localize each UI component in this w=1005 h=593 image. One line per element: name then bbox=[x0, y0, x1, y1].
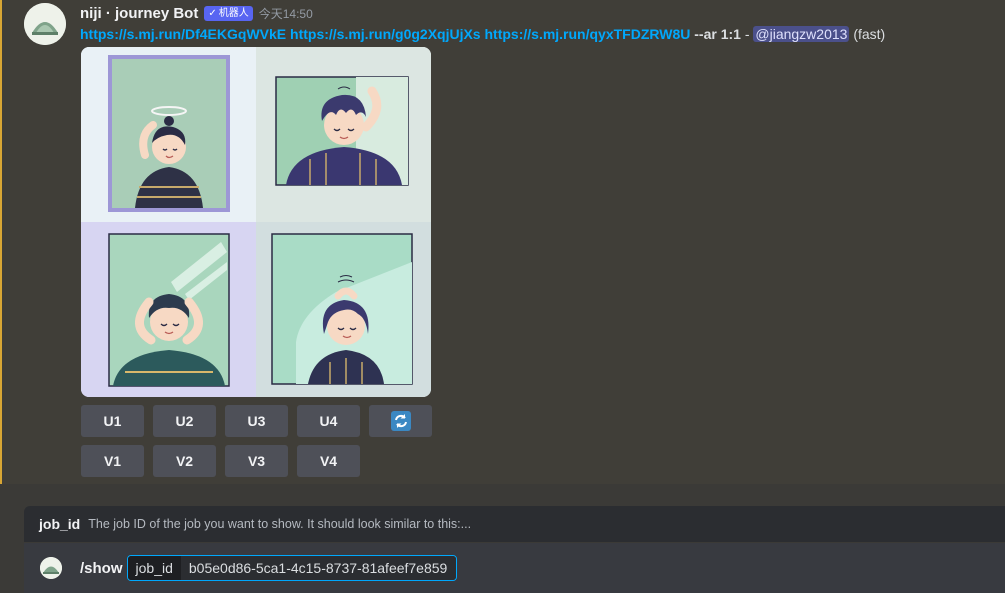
upscale-button-3[interactable]: U3 bbox=[225, 405, 288, 437]
speed-label: (fast) bbox=[853, 26, 886, 42]
image-quadrant-1 bbox=[81, 47, 256, 222]
bot-badge: ✓ 机器人 bbox=[204, 5, 253, 21]
refresh-icon bbox=[390, 411, 411, 431]
option-name-chip: job_id bbox=[127, 556, 181, 580]
message-content: https://s.mj.run/Df4EKGqWVkE https://s.m… bbox=[80, 25, 885, 43]
prompt-params: --ar 1:1 bbox=[694, 26, 741, 42]
bot-avatar[interactable] bbox=[24, 3, 66, 45]
upscale-button-2[interactable]: U2 bbox=[153, 405, 216, 437]
user-mention[interactable]: @jiangzw2013 bbox=[753, 26, 850, 42]
variation-button-3[interactable]: V3 bbox=[225, 445, 288, 477]
command-option-hint[interactable]: job_id The job ID of the job you want to… bbox=[24, 506, 1005, 542]
option-value-input[interactable]: b05e0d86-5ca1-4c15-8737-81afeef7e859 bbox=[180, 556, 457, 580]
bot-message: niji · journey Bot ✓ 机器人 今天14:50 https:/… bbox=[0, 0, 1005, 484]
command-option-field[interactable]: job_id b05e0d86-5ca1-4c15-8737-81afeef7e… bbox=[126, 555, 458, 581]
separator-dash: - bbox=[744, 26, 750, 42]
image-quadrant-4 bbox=[256, 222, 431, 397]
image-quadrant-2 bbox=[256, 47, 431, 222]
slash-command: /show bbox=[80, 559, 123, 577]
upscale-row: U1 U2 U3 U4 bbox=[81, 405, 432, 437]
variation-row: V1 V2 V3 V4 bbox=[81, 445, 360, 477]
message-timestamp: 今天14:50 bbox=[258, 6, 313, 21]
variation-button-2[interactable]: V2 bbox=[153, 445, 216, 477]
prompt-link-3[interactable]: https://s.mj.run/qyxTFDZRW8U bbox=[485, 26, 691, 42]
bot-badge-label: 机器人 bbox=[218, 7, 249, 19]
upscale-button-4[interactable]: U4 bbox=[297, 405, 360, 437]
check-icon: ✓ bbox=[208, 7, 217, 19]
variation-button-1[interactable]: V1 bbox=[81, 445, 144, 477]
reroll-button[interactable] bbox=[369, 405, 432, 437]
hint-description: The job ID of the job you want to show. … bbox=[88, 517, 472, 531]
variation-button-4[interactable]: V4 bbox=[297, 445, 360, 477]
message-input-bar[interactable]: /show job_id b05e0d86-5ca1-4c15-8737-81a… bbox=[24, 543, 1005, 593]
image-grid[interactable] bbox=[81, 47, 431, 397]
prompt-link-1[interactable]: https://s.mj.run/Df4EKGqWVkE bbox=[80, 26, 286, 42]
prompt-link-2[interactable]: https://s.mj.run/g0g2XqjUjXs bbox=[290, 26, 481, 42]
author-name[interactable]: niji · journey Bot bbox=[80, 5, 198, 22]
image-quadrant-3 bbox=[81, 222, 256, 397]
hint-option-name: job_id bbox=[39, 516, 81, 532]
upscale-button-1[interactable]: U1 bbox=[81, 405, 144, 437]
command-app-icon bbox=[40, 557, 62, 579]
